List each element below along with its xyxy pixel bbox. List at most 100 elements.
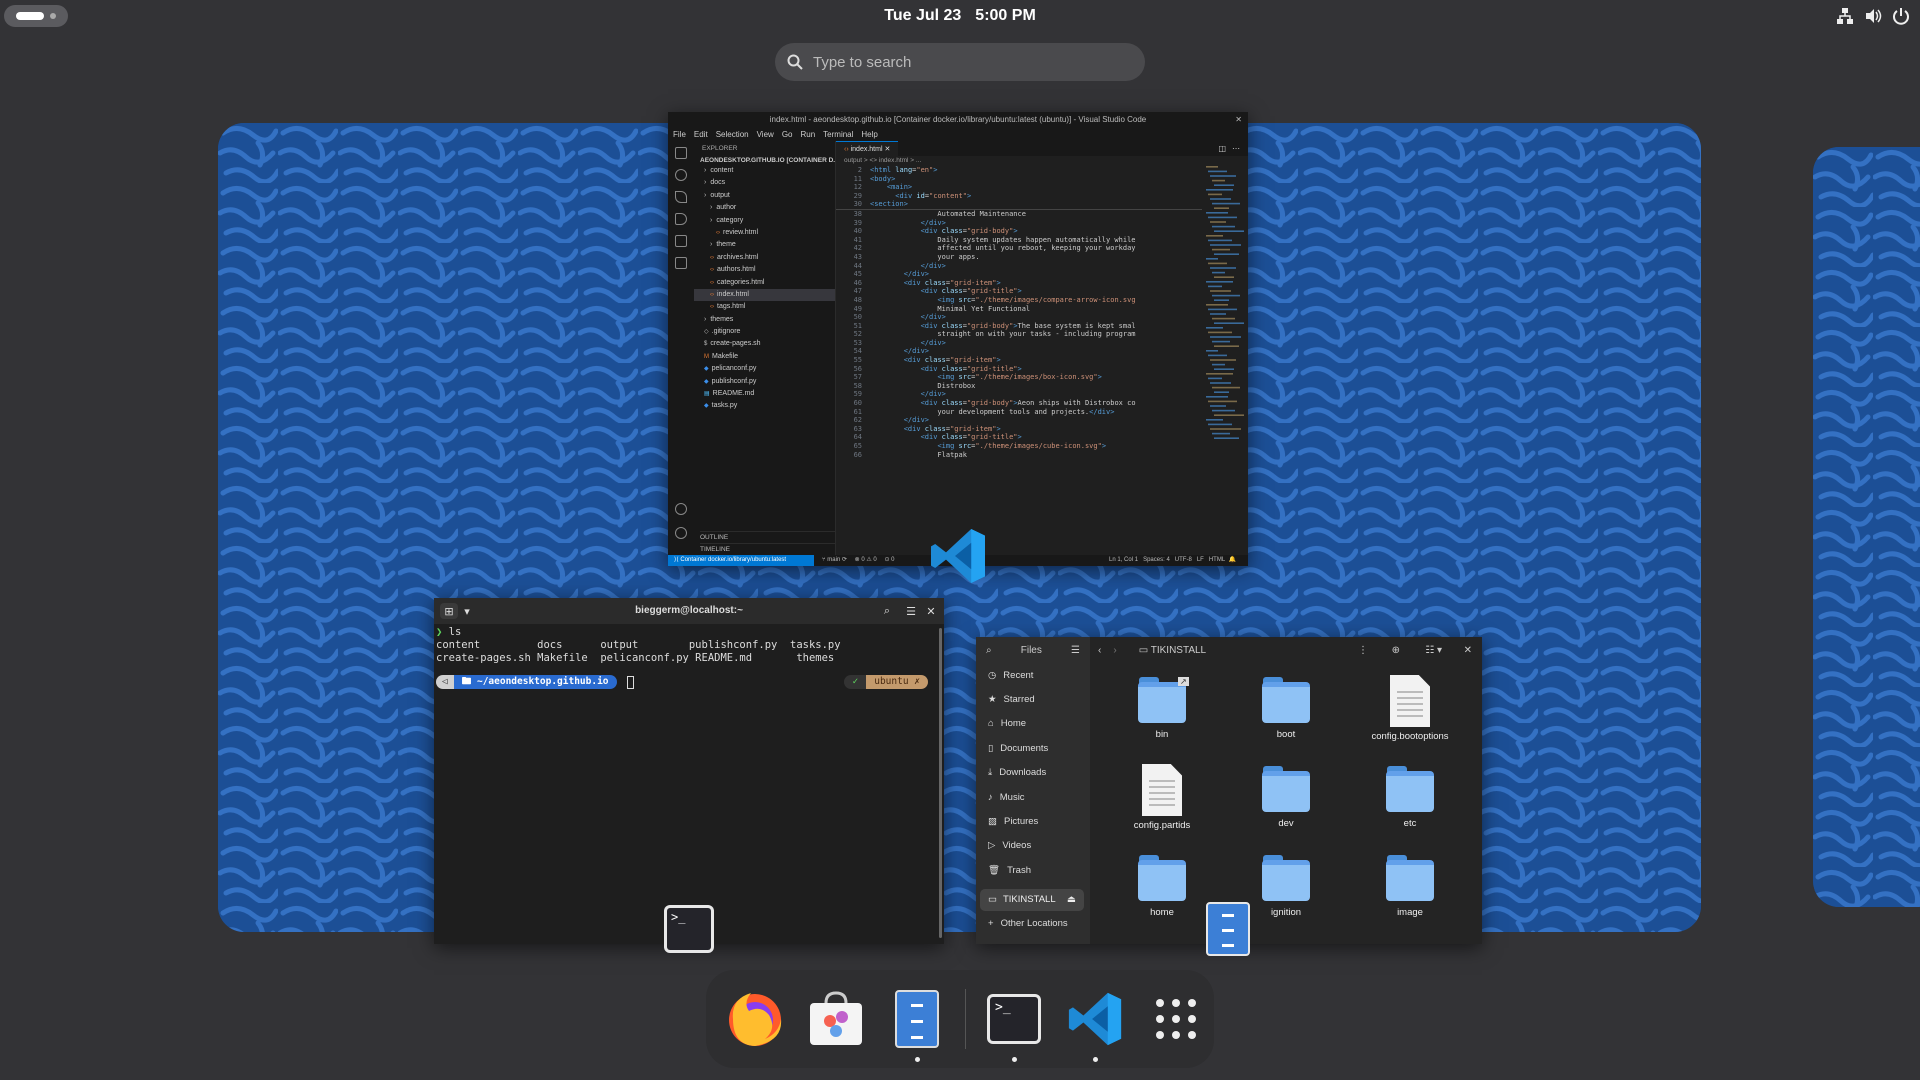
search-icon[interactable]: ⌕ [878, 603, 896, 619]
files-window[interactable]: ⌕ Files ☰ ◷ Recent ★ Starred ⌂ Home ▯ Documents… [976, 637, 1482, 944]
more-options-icon[interactable]: ⋮ [1358, 645, 1368, 656]
search-input[interactable] [813, 53, 1113, 71]
dock-app-grid[interactable] [1143, 986, 1209, 1052]
indentation[interactable]: Spaces: 4 [1143, 557, 1170, 563]
tree-item[interactable]: output [694, 190, 835, 202]
terminal-scrollbar[interactable] [939, 628, 942, 938]
menu-item-help[interactable]: Help [861, 128, 877, 141]
sidebar-item-videos[interactable]: ▷ Videos [976, 834, 1090, 858]
file-item[interactable]: etc [1348, 764, 1472, 853]
line-ending[interactable]: LF [1197, 557, 1204, 563]
path-bar[interactable]: ▭ TIKINSTALL [1139, 645, 1206, 656]
sidebar-item-music[interactable]: ♪ Music [976, 785, 1090, 809]
split-editor-icon[interactable]: ◫ [1218, 144, 1226, 153]
tree-item[interactable]: categories.html [694, 277, 835, 289]
tree-item[interactable]: pelicanconf.py [694, 363, 835, 375]
sticky-scroll[interactable]: 2 <html lang="en"> 11 <body> 12 <main> 29 <di… [836, 166, 1202, 210]
terminal-window[interactable]: bieggerm@localhost:~ ⊞ ▾ ⌕ ☰ ✕ ❯ ls cont… [434, 598, 944, 944]
language-mode[interactable]: HTML [1209, 557, 1225, 563]
account-icon[interactable] [675, 503, 687, 515]
new-tab-icon[interactable]: ⊞ [440, 603, 458, 619]
sidebar-item-tikinstall[interactable]: ▭ TIKINSTALL ⏏ [980, 888, 1084, 911]
source-control-icon[interactable] [675, 191, 687, 203]
dock-terminal[interactable]: >_ [981, 986, 1047, 1062]
menu-item-selection[interactable]: Selection [716, 128, 749, 141]
menu-item-run[interactable]: Run [800, 128, 815, 141]
more-actions-icon[interactable]: ⋯ [1232, 144, 1240, 153]
sidebar-item-recent[interactable]: ◷ Recent [976, 663, 1090, 687]
hamburger-menu-icon[interactable]: ☰ [902, 603, 920, 619]
dock-firefox[interactable] [722, 986, 788, 1052]
dock-files[interactable] [884, 986, 950, 1062]
forward-icon[interactable]: › [1113, 645, 1116, 656]
gear-icon[interactable] [675, 527, 687, 539]
project-root[interactable]: AEONDESKTOP.GITHUB.IO [CONTAINER D... [694, 156, 835, 165]
file-item[interactable]: dev [1224, 764, 1348, 853]
tree-item[interactable]: Makefile [694, 351, 835, 363]
remote-indicator[interactable]: ⟩⟨ Container docker.io/library/ubuntu:la… [668, 555, 814, 566]
ports-indicator[interactable]: ⊙ 0 [884, 557, 894, 563]
close-icon[interactable]: ✕ [1464, 645, 1472, 656]
tree-item[interactable]: tags.html [694, 301, 835, 313]
editor-area[interactable]: ‹› index.html ✕ ◫ ⋯ output > <> index.ht… [836, 141, 1248, 555]
workspace-next[interactable] [1813, 147, 1920, 907]
remote-explorer-icon[interactable] [675, 257, 687, 269]
new-folder-icon[interactable]: ⊕ [1392, 645, 1400, 656]
tree-item[interactable]: content [694, 165, 835, 177]
sidebar-item-other-locations[interactable]: + Other Locations [976, 915, 1090, 933]
sidebar-item-pictures[interactable]: ▨ Pictures [976, 809, 1090, 833]
dock-software[interactable] [803, 986, 869, 1052]
tree-item[interactable]: README.md [694, 388, 835, 400]
menu-item-terminal[interactable]: Terminal [823, 128, 853, 141]
tree-item[interactable]: archives.html [694, 252, 835, 264]
tree-item[interactable]: index.html [694, 288, 835, 302]
vscode-window[interactable]: index.html - aeondesktop.github.io [Cont… [668, 112, 1248, 566]
menu-item-edit[interactable]: Edit [694, 128, 708, 141]
tree-item[interactable]: author [694, 202, 835, 214]
tree-item[interactable]: docs [694, 177, 835, 189]
file-item[interactable]: config.bootoptions [1348, 675, 1472, 764]
minimap[interactable] [1202, 166, 1248, 466]
breadcrumb[interactable]: output > <> index.html > ... [836, 156, 1248, 166]
sidebar-item-downloads[interactable]: ⤓ Downloads [976, 761, 1090, 785]
code-view[interactable]: 2 <html lang="en"> 11 <body> 12 <main> 29 <di… [836, 166, 1202, 459]
chevron-down-icon[interactable]: ▾ [458, 603, 476, 619]
extensions-icon[interactable] [675, 235, 687, 247]
tree-item[interactable]: review.html [694, 227, 835, 239]
close-icon[interactable]: ✕ [922, 603, 940, 619]
activities-button[interactable] [4, 5, 68, 27]
tree-item[interactable]: theme [694, 239, 835, 251]
tree-item[interactable]: .gitignore [694, 326, 835, 338]
file-item[interactable]: image [1348, 853, 1472, 942]
menu-item-file[interactable]: File [673, 128, 686, 141]
terminal-prompt[interactable]: ◁ 🖿 ~/aeondesktop.github.io ✓ ubuntu ✗ [434, 675, 944, 689]
eject-icon[interactable]: ⏏ [1067, 894, 1076, 905]
sidebar-item-documents[interactable]: ▯ Documents [976, 736, 1090, 760]
sidebar-item-starred[interactable]: ★ Starred [976, 687, 1090, 711]
branch-indicator[interactable]: ⑂ main [822, 557, 840, 563]
tree-item[interactable]: themes [694, 314, 835, 326]
system-tray[interactable] [1836, 4, 1910, 28]
search-bar[interactable] [775, 43, 1145, 81]
hamburger-menu-icon[interactable]: ☰ [1071, 645, 1080, 656]
file-item[interactable]: boot [1224, 675, 1348, 764]
timeline-section[interactable]: TIMELINE [700, 543, 835, 555]
close-icon[interactable]: ✕ [1235, 112, 1242, 128]
terminal-headerbar[interactable]: bieggerm@localhost:~ ⊞ ▾ ⌕ ☰ ✕ [434, 598, 944, 624]
terminal-output[interactable]: ❯ ls content docs output publishconf.py … [434, 624, 944, 667]
sidebar-item-trash[interactable]: 🗑 Trash [976, 858, 1090, 882]
outline-section[interactable]: OUTLINE [700, 531, 835, 543]
file-item[interactable]: config.partids [1100, 764, 1224, 853]
tree-item[interactable]: category [694, 215, 835, 227]
back-icon[interactable]: ‹ [1098, 645, 1101, 656]
tab-index-html[interactable]: ‹› index.html ✕ [836, 141, 899, 156]
encoding[interactable]: UTF-8 [1175, 557, 1192, 563]
tree-item[interactable]: create-pages.sh [694, 338, 835, 350]
explorer-icon[interactable] [675, 147, 687, 159]
problems-indicator[interactable]: ⊗ 0 ⚠ 0 [855, 557, 877, 563]
tree-item[interactable]: tasks.py [694, 400, 835, 412]
clock[interactable]: Tue Jul 23 5:00 PM [0, 0, 1920, 32]
view-list-icon[interactable]: ☷ ▾ [1425, 645, 1442, 656]
menu-item-go[interactable]: Go [782, 128, 793, 141]
search-icon[interactable]: ⌕ [986, 645, 992, 656]
